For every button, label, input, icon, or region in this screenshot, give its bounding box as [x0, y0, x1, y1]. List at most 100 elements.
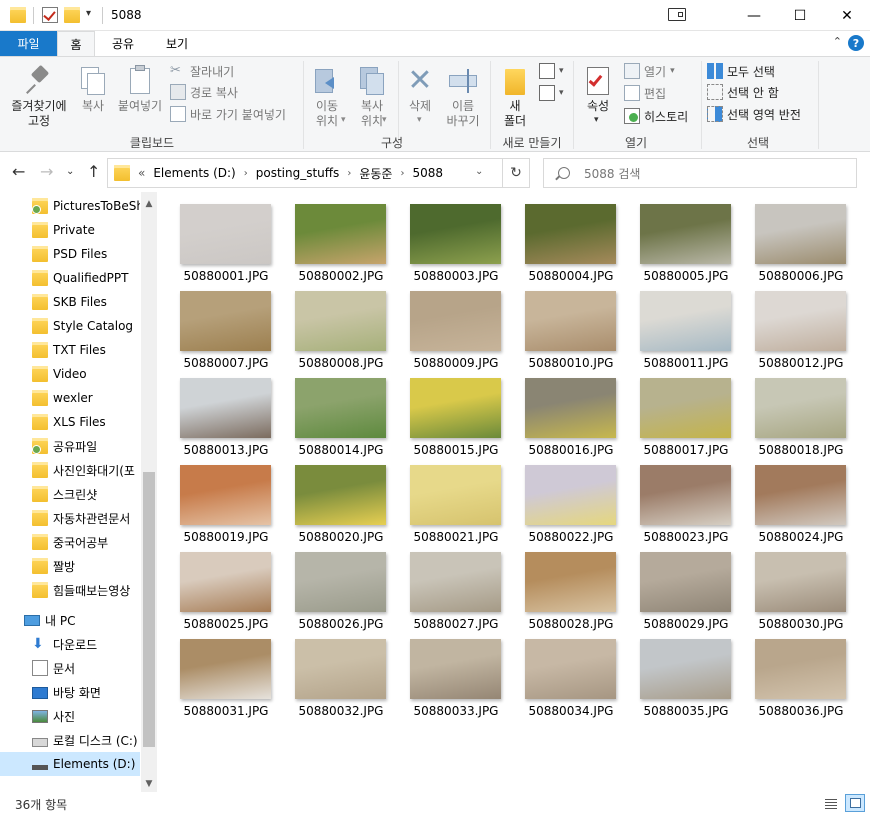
scroll-up-arrow[interactable]: ▲ — [141, 196, 157, 212]
photo-thumbnail[interactable] — [640, 378, 731, 438]
tab-share[interactable]: 공유 — [103, 31, 143, 56]
scroll-thumb[interactable] — [143, 472, 155, 747]
file-item[interactable]: 50880021.JPG — [397, 453, 507, 544]
sidebar-item[interactable]: 자동차관련문서 — [0, 506, 140, 530]
photo-thumbnail[interactable] — [180, 465, 271, 525]
photo-thumbnail[interactable] — [755, 552, 846, 612]
file-item[interactable]: 50880031.JPG — [167, 627, 277, 718]
photo-thumbnail[interactable] — [640, 465, 731, 525]
sidebar-item[interactable]: QualifiedPPT — [0, 266, 140, 290]
rename-button[interactable]: 이름 바꾸기 — [441, 61, 485, 129]
select-all-button[interactable]: 모두 선택 — [707, 61, 775, 81]
file-item[interactable]: 50880028.JPG — [512, 540, 622, 631]
history-button[interactable]: 히스토리 — [624, 106, 688, 126]
photo-thumbnail[interactable] — [755, 378, 846, 438]
sidebar-item[interactable]: 바탕 화면 — [0, 680, 140, 704]
file-item[interactable]: 50880025.JPG — [167, 540, 277, 631]
photo-thumbnail[interactable] — [640, 552, 731, 612]
file-item[interactable]: 50880014.JPG — [282, 366, 392, 457]
sidebar-item[interactable]: PicturesToBeSha — [0, 194, 140, 218]
breadcrumb-separator[interactable]: › — [400, 168, 404, 179]
file-item[interactable]: 50880010.JPG — [512, 279, 622, 370]
delete-button[interactable]: ✕ 삭제 — [402, 61, 438, 114]
file-item[interactable]: 50880012.JPG — [742, 279, 852, 370]
photo-thumbnail[interactable] — [180, 378, 271, 438]
sidebar-item[interactable]: 사진 — [0, 704, 140, 728]
paste-button[interactable]: 붙여넣기 — [113, 61, 167, 114]
file-item[interactable]: 50880018.JPG — [742, 366, 852, 457]
large-icons-view-button[interactable] — [845, 794, 865, 812]
photo-thumbnail[interactable] — [180, 204, 271, 264]
sidebar-item[interactable]: 사진인화대기(포 — [0, 458, 140, 482]
sidebar-item[interactable]: 힘들때보는영상 — [0, 578, 140, 602]
breadcrumb-separator[interactable]: › — [347, 168, 351, 179]
file-item[interactable]: 50880036.JPG — [742, 627, 852, 718]
minimize-button[interactable]: — — [731, 0, 777, 31]
search-box[interactable]: 5088 검색 — [543, 158, 857, 188]
properties-button[interactable]: 속성 — [579, 61, 617, 114]
file-item[interactable]: 50880007.JPG — [167, 279, 277, 370]
photo-thumbnail[interactable] — [640, 291, 731, 351]
file-item[interactable]: 50880034.JPG — [512, 627, 622, 718]
breadcrumb-posting-stuffs[interactable]: posting_stuffs — [256, 166, 340, 180]
sidebar-item[interactable]: 중국어공부 — [0, 530, 140, 554]
file-item[interactable]: 50880023.JPG — [627, 453, 737, 544]
sidebar-item[interactable]: 스크린샷 — [0, 482, 140, 506]
photo-thumbnail[interactable] — [180, 639, 271, 699]
photo-thumbnail[interactable] — [525, 378, 616, 438]
file-item[interactable]: 50880002.JPG — [282, 192, 392, 283]
breadcrumb-overflow[interactable]: « — [138, 166, 145, 180]
photo-thumbnail[interactable] — [525, 639, 616, 699]
sidebar-item[interactable]: Video — [0, 362, 140, 386]
sidebar-item[interactable]: Elements (D:) — [0, 752, 140, 776]
file-item[interactable]: 50880027.JPG — [397, 540, 507, 631]
photo-thumbnail[interactable] — [410, 465, 501, 525]
tab-view[interactable]: 보기 — [157, 31, 197, 56]
file-item[interactable]: 50880030.JPG — [742, 540, 852, 631]
pin-to-quick-access-button[interactable]: 즐겨찾기에 고정 — [4, 61, 74, 129]
sidebar-item-this-pc[interactable]: 내 PC — [0, 608, 140, 632]
file-item[interactable]: 50880033.JPG — [397, 627, 507, 718]
new-folder-quick-icon[interactable] — [64, 7, 80, 23]
address-history-dropdown[interactable]: ⌄ — [475, 166, 483, 177]
photo-thumbnail[interactable] — [525, 552, 616, 612]
file-item[interactable]: 50880009.JPG — [397, 279, 507, 370]
file-item[interactable]: 50880005.JPG — [627, 192, 737, 283]
photo-thumbnail[interactable] — [180, 552, 271, 612]
photo-thumbnail[interactable] — [295, 552, 386, 612]
file-item[interactable]: 50880011.JPG — [627, 279, 737, 370]
up-button[interactable]: ↑ — [87, 162, 100, 181]
photo-thumbnail[interactable] — [410, 639, 501, 699]
photo-thumbnail[interactable] — [410, 291, 501, 351]
file-item[interactable]: 50880032.JPG — [282, 627, 392, 718]
photo-thumbnail[interactable] — [640, 639, 731, 699]
photo-thumbnail[interactable] — [180, 291, 271, 351]
file-item[interactable]: 50880003.JPG — [397, 192, 507, 283]
invert-selection-button[interactable]: 선택 영역 반전 — [707, 104, 801, 124]
sidebar-item[interactable]: ⬇ 다운로드 — [0, 632, 140, 656]
photo-thumbnail[interactable] — [295, 639, 386, 699]
move-to-dropdown[interactable]: ▾ — [341, 115, 346, 125]
file-item[interactable]: 50880035.JPG — [627, 627, 737, 718]
details-view-button[interactable] — [821, 794, 841, 812]
photo-thumbnail[interactable] — [410, 552, 501, 612]
delete-dropdown[interactable]: ▾ — [417, 115, 422, 125]
properties-check-icon[interactable] — [42, 7, 58, 23]
photo-thumbnail[interactable] — [755, 291, 846, 351]
sidebar-item[interactable]: PSD Files — [0, 242, 140, 266]
photo-thumbnail[interactable] — [410, 378, 501, 438]
file-item[interactable]: 50880020.JPG — [282, 453, 392, 544]
photo-thumbnail[interactable] — [640, 204, 731, 264]
refresh-button[interactable]: ↻ — [503, 158, 530, 188]
maximize-button[interactable]: ☐ — [777, 0, 823, 31]
file-item[interactable]: 50880015.JPG — [397, 366, 507, 457]
file-item[interactable]: 50880016.JPG — [512, 366, 622, 457]
copy-to-dropdown[interactable]: ▾ — [382, 115, 387, 125]
file-item[interactable]: 50880026.JPG — [282, 540, 392, 631]
forward-button[interactable]: → — [40, 162, 53, 181]
sidebar-item[interactable]: 문서 — [0, 656, 140, 680]
breadcrumb-drive[interactable]: Elements (D:) — [153, 166, 235, 180]
photo-thumbnail[interactable] — [525, 204, 616, 264]
file-item[interactable]: 50880006.JPG — [742, 192, 852, 283]
paste-shortcut-button[interactable]: 바로 가기 붙여넣기 — [170, 104, 286, 124]
